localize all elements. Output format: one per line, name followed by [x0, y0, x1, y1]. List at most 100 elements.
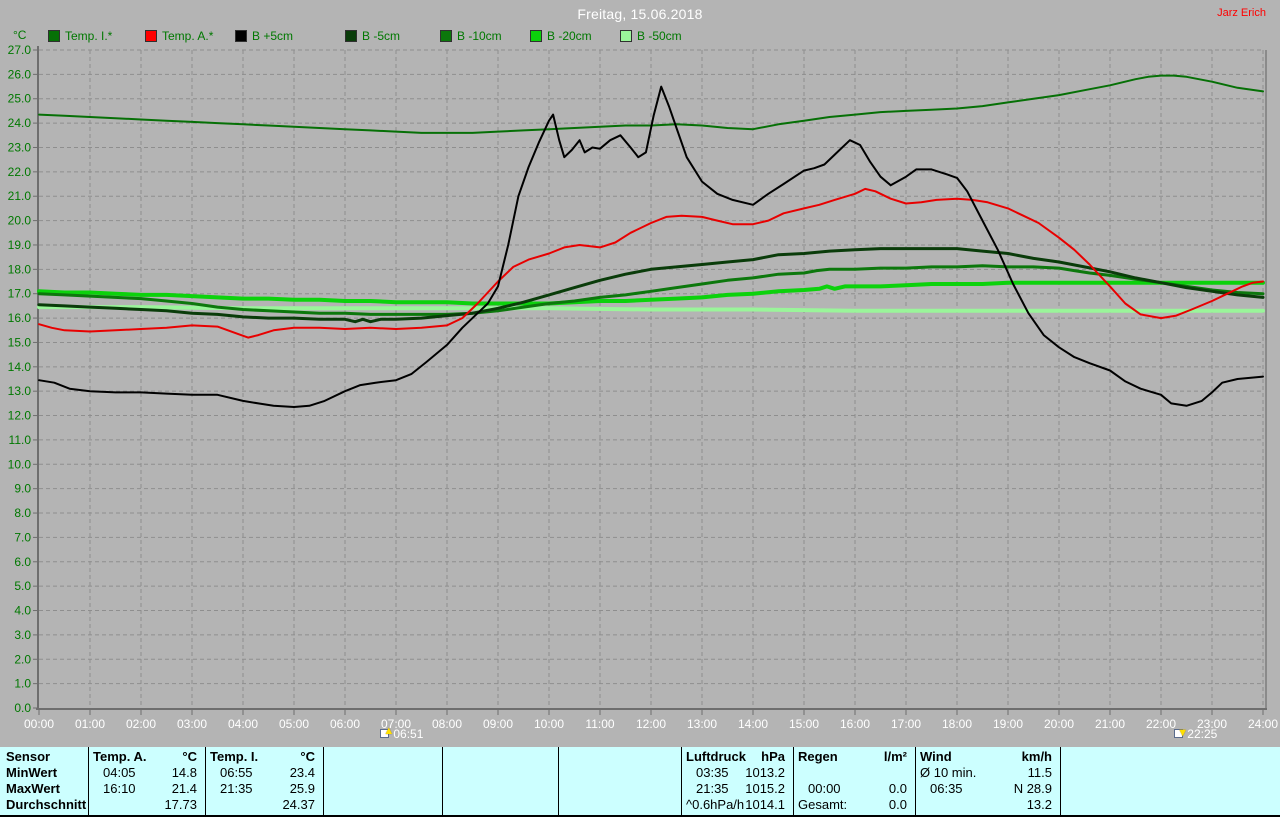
x-axis-label: 17:00 [891, 717, 921, 731]
legend-item-b-50cm: B -50cm [620, 29, 682, 43]
x-axis-label: 15:00 [789, 717, 819, 731]
y-axis-label: 22.0 [8, 165, 32, 179]
table-column-luftdruck: Luftdruck hPa 03:35 1013.2 21:35 1015.2 ^0.6hP… [681, 747, 793, 815]
x-axis-label: 09:00 [483, 717, 513, 731]
table-cell-row: Ø 10 min. 11.5 [916, 765, 1060, 781]
cell-time: ^0.6hPa/h [686, 797, 745, 812]
x-axis-label: 19:00 [993, 717, 1023, 731]
legend-color-swatch [345, 30, 357, 42]
table-cell-row: Gesamt: 0.0 [794, 797, 915, 813]
legend-color-swatch [48, 30, 60, 42]
cell-time: 16:10 [103, 781, 136, 796]
cell-value: 13.2 [1026, 797, 1052, 812]
cell-time [206, 797, 220, 813]
cell-time: 00:00 [808, 781, 841, 796]
cell-value: 21.4 [171, 781, 197, 796]
y-axis-label: 6.0 [14, 555, 31, 569]
legend-item-temp-i: Temp. I.* [48, 29, 112, 43]
table-empty-column [1060, 747, 1280, 815]
sunrise-marker: ▲ 06:51 [380, 725, 423, 741]
cell-time [89, 797, 103, 813]
cell-value: 1015.2 [745, 781, 785, 796]
column-unit: km/h [1021, 749, 1052, 764]
y-axis-label: 2.0 [14, 652, 31, 666]
legend-item-b-20cm: B -20cm [530, 29, 592, 43]
table-empty-column [442, 747, 558, 815]
legend-item-b-5cm: B +5cm [235, 29, 293, 43]
series-b-10cm [37, 264, 1265, 316]
y-axis-label: 26.0 [8, 67, 32, 81]
x-axis-label: 11:00 [585, 717, 614, 731]
x-axis-label: 01:00 [75, 717, 105, 731]
y-axis-label: 17.0 [8, 287, 32, 301]
cell-value: 1013.2 [745, 765, 785, 780]
legend-color-swatch [235, 30, 247, 42]
x-axis-label: 00:00 [24, 717, 54, 731]
y-axis-label: 1.0 [14, 677, 31, 691]
x-axis-label: 18:00 [942, 717, 972, 731]
temperature-chart-plot: 0.0 1.0 2.0 3.0 4.0 5.0 6.0 7.0 8.0 9.0 10.0 11.0 12… [8, 43, 1279, 731]
sunset-time: 22:25 [1187, 727, 1218, 741]
x-axis-label: 13:00 [687, 717, 717, 731]
table-cell-row [794, 765, 915, 781]
legend-item-temp-a: Temp. A.* [145, 29, 213, 43]
summary-table: Sensor MinWert MaxWert Durchschnitt Temp. A.… [0, 747, 1280, 817]
x-axis-label: 12:00 [636, 717, 666, 731]
table-empty-column [558, 747, 681, 815]
column-name: Wind [920, 749, 952, 764]
table-cell-row: 04:05 14.8 [89, 765, 205, 781]
column-name: Temp. A. [93, 749, 147, 764]
table-row-label: Durchschnitt [0, 797, 88, 813]
cell-time [916, 797, 930, 813]
table-cell-row: 21:35 25.9 [206, 781, 323, 797]
y-axis-label: 13.0 [8, 384, 32, 398]
cell-time: 21:35 [696, 781, 729, 796]
y-axis-label: 0.0 [14, 701, 31, 715]
column-unit: hPa [761, 749, 785, 764]
table-row-labels-column: Sensor MinWert MaxWert Durchschnitt [0, 747, 88, 815]
legend-label: Temp. A.* [162, 29, 214, 43]
x-axis-label: 08:00 [432, 717, 462, 731]
cell-value: 1014.1 [745, 797, 785, 812]
x-axis-label: 22:00 [1146, 717, 1176, 731]
cell-time: 04:05 [103, 765, 136, 780]
cell-value: 23.4 [289, 765, 315, 780]
legend-label: B -5cm [362, 29, 401, 43]
series-b-20cm [37, 280, 1265, 306]
table-column-header: Temp. I. °C [206, 749, 323, 765]
legend-label: B -50cm [637, 29, 682, 43]
table-row-label: Sensor [0, 749, 88, 765]
cell-value: 0.0 [888, 797, 907, 812]
row-label-text: Durchschnitt [6, 797, 87, 812]
cell-value: 14.8 [171, 765, 197, 780]
row-label-text: Sensor [6, 749, 51, 764]
y-axis-label: 24.0 [8, 116, 32, 130]
y-axis-label: 4.0 [14, 604, 31, 618]
cell-time: 03:35 [696, 765, 729, 780]
column-name: Luftdruck [686, 749, 746, 764]
legend-item-b-10cm: B -10cm [440, 29, 502, 43]
table-column-temp-a: Temp. A. °C 04:05 14.8 16:10 21.4 17.73 [88, 747, 205, 815]
table-column-header: Temp. A. °C [89, 749, 205, 765]
y-axis-label: 10.0 [8, 457, 32, 471]
row-label-text: MinWert [6, 765, 58, 780]
cell-value: 24.37 [282, 797, 315, 812]
author-name: Jarz Erich [1217, 7, 1266, 19]
cell-time: Gesamt: [798, 797, 848, 812]
cell-value [907, 765, 915, 781]
table-cell-row: 06:55 23.4 [206, 765, 323, 781]
table-column-header: Wind km/h [916, 749, 1060, 765]
y-axis-label: 5.0 [14, 579, 31, 593]
cell-value: 17.73 [164, 797, 197, 812]
legend-item-b-5cm: B -5cm [345, 29, 400, 43]
chart-date-title: Freitag, 15.06.2018 [577, 6, 703, 22]
table-cell-row: ^0.6hPa/h 1014.1 [682, 797, 793, 813]
cell-time: 21:35 [220, 781, 253, 796]
table-column-regen: Regen l/m² 00:00 0.0 Gesamt: 0.0 [793, 747, 915, 815]
column-unit: °C [182, 749, 197, 764]
y-axis-label: 21.0 [8, 189, 32, 203]
y-axis-label: 3.0 [14, 628, 31, 642]
table-cell-row: 00:00 0.0 [794, 781, 915, 797]
table-row-label: MaxWert [0, 781, 88, 797]
y-axis-label: 14.0 [8, 360, 32, 374]
